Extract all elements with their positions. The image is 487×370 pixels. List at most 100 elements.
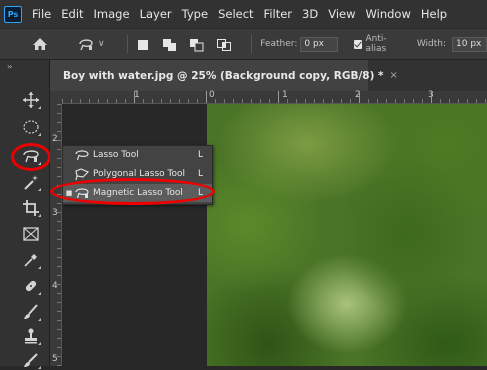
magnetic-lasso-highlight-annotation (50, 178, 215, 205)
ruler-tick (57, 131, 61, 132)
menu-view[interactable]: View (328, 7, 355, 21)
ruler-tick (422, 99, 423, 103)
subtract-selection-icon[interactable] (189, 37, 205, 52)
lasso-tool-highlight-annotation (11, 143, 51, 171)
brush-icon[interactable] (20, 302, 42, 322)
ruler-tick (57, 212, 61, 213)
ruler-tick (57, 338, 61, 339)
ruler-tick (269, 99, 270, 103)
elliptical-marquee-icon[interactable] (20, 117, 42, 137)
photoshop-logo: Ps (4, 5, 22, 23)
ruler-tick (467, 99, 468, 103)
feather-input[interactable]: 0 px (300, 36, 338, 52)
ruler-tick (350, 99, 351, 103)
clone-stamp-icon[interactable] (20, 326, 42, 346)
ruler-tick (71, 99, 72, 103)
magic-wand-icon[interactable] (20, 172, 42, 192)
menu-layer[interactable]: Layer (140, 7, 172, 21)
ruler-tick (314, 99, 315, 103)
magnetic-lasso-preset-icon[interactable] (77, 35, 95, 53)
ruler-tick (404, 99, 405, 103)
menu-edit[interactable]: Edit (61, 7, 83, 21)
move-tool-icon[interactable] (20, 90, 42, 110)
menu-type[interactable]: Type (182, 7, 208, 21)
ruler-tick (395, 99, 396, 103)
ruler-tick (287, 99, 288, 103)
width-label: Width: (416, 39, 446, 49)
frame-icon[interactable] (20, 224, 42, 244)
healing-brush-icon[interactable] (20, 276, 42, 296)
feather-label: Feather: (260, 39, 298, 49)
chevron-down-icon[interactable]: ∨ (98, 39, 105, 49)
ruler-tick (57, 176, 61, 177)
ruler-tick (431, 91, 432, 103)
ruler-tick (206, 91, 207, 103)
ruler-tick (260, 99, 261, 103)
close-icon[interactable]: × (390, 70, 398, 81)
crop-icon[interactable] (20, 198, 42, 218)
ruler-tick (485, 99, 486, 103)
ruler-tick (57, 293, 61, 294)
ruler-tick (143, 99, 144, 103)
width-input[interactable]: 10 px (452, 36, 487, 52)
ruler-tick (332, 99, 333, 103)
flyout-item-label: Lasso Tool (93, 150, 139, 160)
ruler-label: 3 (52, 208, 58, 218)
ruler-tick (89, 99, 90, 103)
ruler-tick (57, 320, 61, 321)
ruler-tick (57, 356, 61, 357)
ruler-vertical[interactable]: 2 3 4 5 (50, 104, 62, 366)
menu-filter[interactable]: Filter (264, 7, 292, 21)
flyout-item-lasso[interactable]: Lasso Tool L (63, 146, 212, 164)
ruler-tick (359, 91, 360, 103)
ruler-tick (57, 104, 61, 105)
ruler-horizontal[interactable]: 1 0 1 2 3 (62, 90, 487, 104)
flyout-item-shortcut: L (198, 169, 204, 179)
ruler-tick (57, 302, 61, 303)
history-brush-icon[interactable] (20, 350, 42, 370)
ruler-tick (296, 99, 297, 103)
collapse-panel-icon[interactable]: ›› (7, 62, 13, 71)
intersect-selection-icon[interactable] (216, 37, 232, 51)
ruler-tick (116, 99, 117, 103)
ruler-tick (57, 347, 61, 348)
document-tab[interactable]: Boy with water.jpg @ 25% (Background cop… (50, 60, 398, 91)
ruler-tick (57, 140, 61, 141)
menu-help[interactable]: Help (421, 7, 447, 21)
eyedropper-icon[interactable] (20, 250, 42, 270)
image-canvas[interactable] (207, 104, 487, 366)
menu-image[interactable]: Image (94, 7, 130, 21)
ruler-tick (449, 99, 450, 103)
pasteboard (62, 104, 207, 366)
ruler-tick (98, 99, 99, 103)
ruler-tick (440, 99, 441, 103)
menu-select[interactable]: Select (218, 7, 253, 21)
new-selection-icon[interactable] (135, 37, 151, 51)
ruler-tick (368, 99, 369, 103)
ruler-tick (57, 266, 61, 267)
ruler-tick (57, 113, 61, 114)
menu-window[interactable]: Window (366, 7, 411, 21)
menu-file[interactable]: File (32, 7, 51, 21)
ruler-tick (413, 99, 414, 103)
add-selection-icon[interactable] (162, 37, 178, 51)
menu-3d[interactable]: 3D (302, 7, 318, 21)
ruler-tick (57, 149, 61, 150)
options-bar: ∨ Feather: 0 px Anti-alias Width: 10 px (0, 28, 487, 60)
ruler-tick (386, 99, 387, 103)
ruler-tick (242, 99, 243, 103)
ruler-tick (224, 99, 225, 103)
antialias-checkbox[interactable] (353, 39, 362, 49)
ruler-tick (57, 275, 61, 276)
ruler-tick (305, 99, 306, 103)
ruler-tick (377, 99, 378, 103)
ruler-origin[interactable] (50, 91, 62, 104)
home-icon[interactable] (31, 35, 49, 53)
ruler-tick (152, 99, 153, 103)
ruler-label: 0 (209, 90, 215, 100)
ruler-tick (57, 158, 61, 159)
ruler-tick (341, 99, 342, 103)
ruler-tick (57, 203, 61, 204)
ruler-tick (233, 99, 234, 103)
ruler-tick (179, 99, 180, 103)
